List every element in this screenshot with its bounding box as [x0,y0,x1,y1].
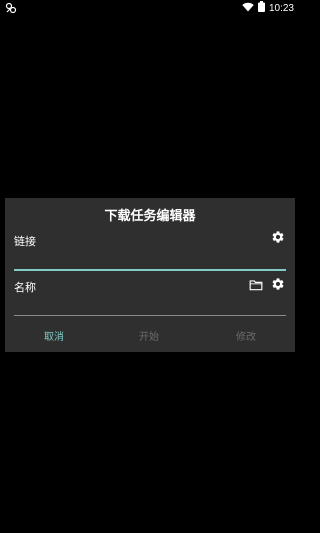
dialog-title: 下载任务编辑器 [104,209,196,224]
status-time: 10:23 [268,2,294,14]
screen: 10:23 下载任务编辑器 链接 名称 取消 开始 修改 [0,0,300,533]
app-notification-icon [5,2,17,14]
name-label: 名称 [14,281,36,294]
link-label: 链接 [14,235,36,248]
link-settings-gear-icon[interactable] [270,229,286,245]
start-button[interactable]: 开始 [119,328,179,343]
status-bar: 10:23 [0,0,300,16]
name-settings-gear-icon[interactable] [270,276,286,292]
cancel-button[interactable]: 取消 [24,328,84,343]
link-input-underline [14,269,286,271]
name-input[interactable] [14,296,286,314]
name-input-underline [14,315,286,316]
link-input[interactable] [14,250,286,268]
status-indicators: 10:23 [242,1,294,15]
battery-icon [257,1,265,15]
folder-icon[interactable] [248,277,264,293]
download-task-editor-dialog: 下载任务编辑器 链接 名称 取消 开始 修改 [5,198,295,352]
modify-button[interactable]: 修改 [216,328,276,343]
wifi-icon [242,2,254,15]
